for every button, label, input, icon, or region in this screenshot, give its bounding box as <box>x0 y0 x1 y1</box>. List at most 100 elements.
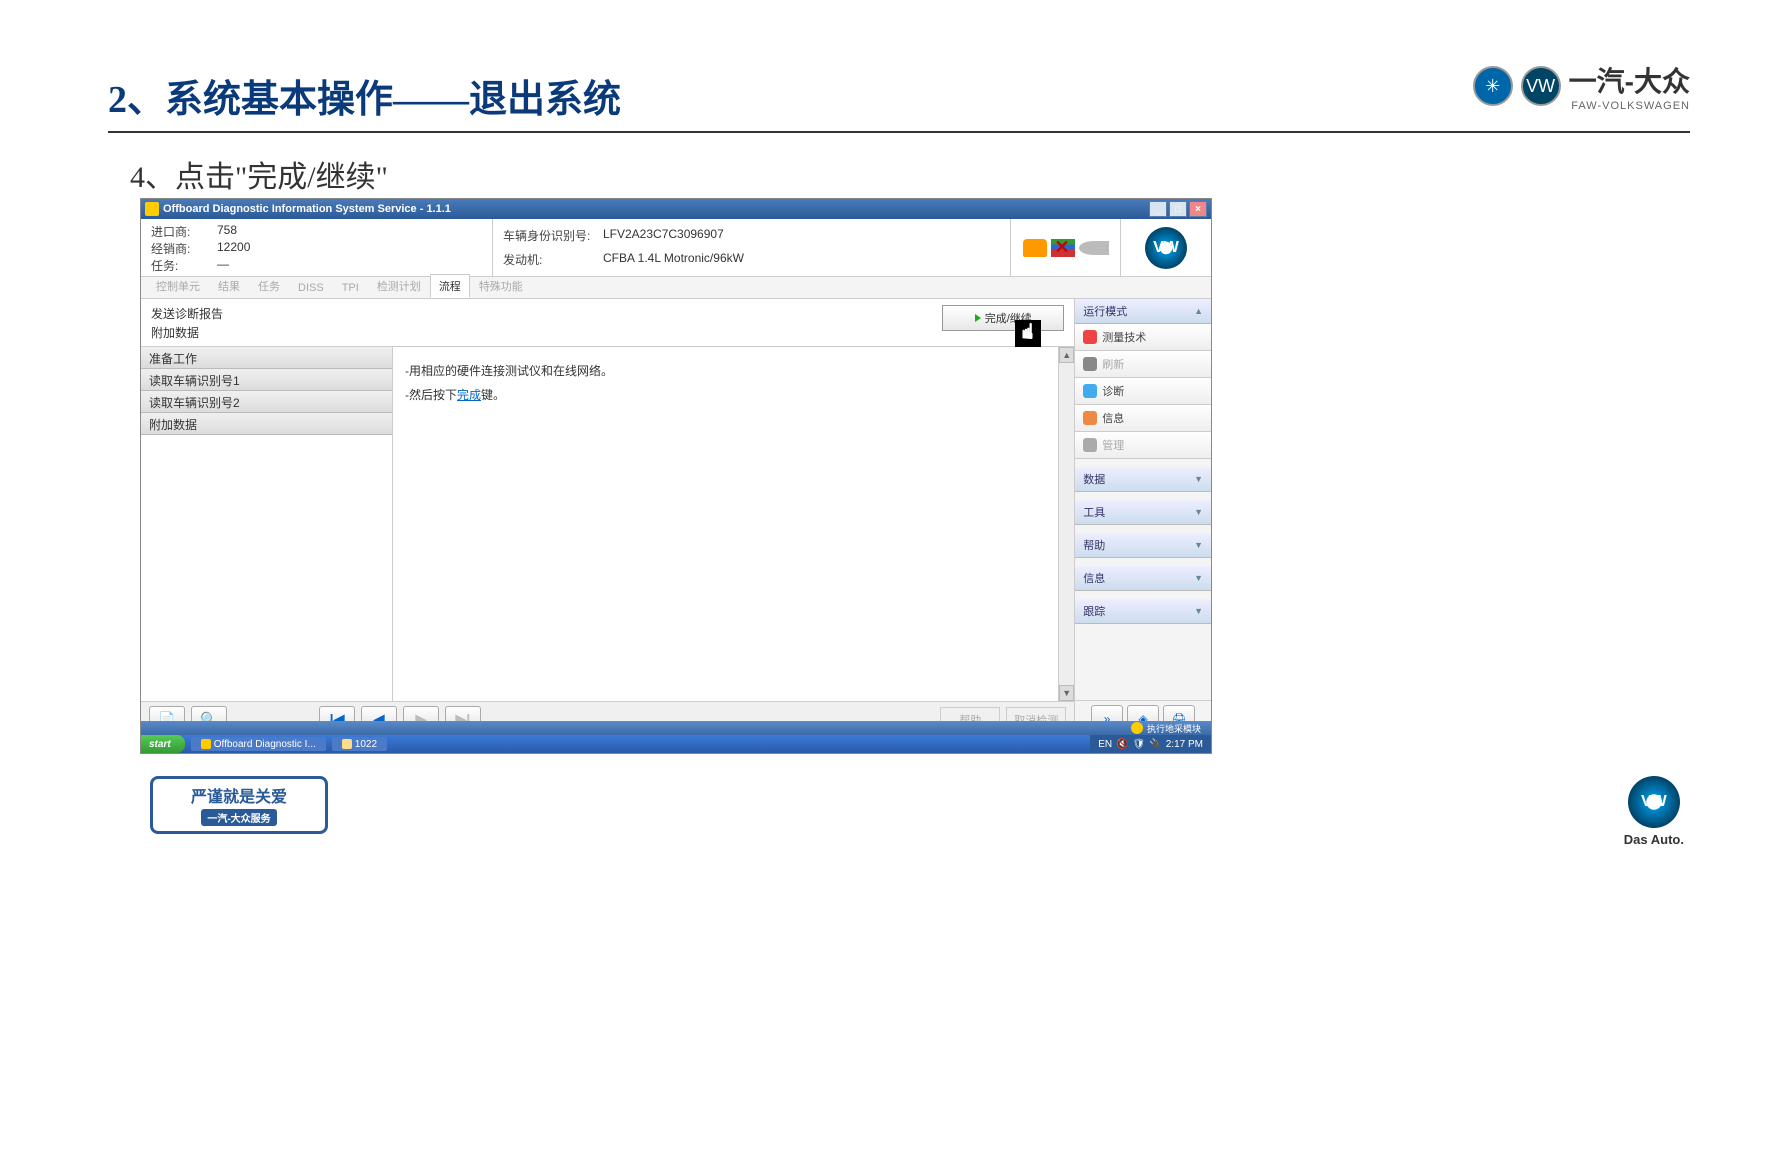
side-section-header[interactable]: 数据▼ <box>1075 467 1211 492</box>
window-titlebar[interactable]: Offboard Diagnostic Information System S… <box>141 199 1211 219</box>
minimize-button[interactable]: _ <box>1149 201 1167 217</box>
status-icons-box <box>1011 219 1121 276</box>
mode-header-label: 运行模式 <box>1083 303 1127 319</box>
complete-continue-button[interactable]: 完成/继续 <box>942 305 1064 331</box>
tab-6[interactable]: 流程 <box>430 274 470 298</box>
key-icon <box>1079 241 1109 255</box>
instruction-panel: -用相应的硬件连接测试仪和在线网络。 -然后按下完成键。 ▲ ▼ <box>393 347 1074 701</box>
side-item-label: 信息 <box>1102 410 1124 426</box>
tab-7[interactable]: 特殊功能 <box>470 274 532 298</box>
step-item[interactable]: 准备工作 <box>141 347 392 369</box>
tray-icon: 🛡 <box>1133 739 1146 750</box>
service-badge: 严谨就是关爱 一汽-大众服务 <box>150 776 328 824</box>
side-item[interactable]: 测量技术 <box>1075 324 1211 351</box>
engine-value: CFBA 1.4L Motronic/96kW <box>603 251 744 268</box>
tab-0[interactable]: 控制单元 <box>147 274 209 298</box>
tab-1[interactable]: 结果 <box>209 274 249 298</box>
scroll-up-icon[interactable]: ▲ <box>1059 347 1074 363</box>
side-item-label: 测量技术 <box>1102 329 1146 345</box>
side-item-label: 刷新 <box>1102 356 1124 372</box>
side-item: 刷新 <box>1075 351 1211 378</box>
report-title-2: 附加数据 <box>151 324 223 343</box>
body-area: 发送诊断报告 附加数据 完成/继续 准备工作读取车辆识别号1读取车辆识别号2附加… <box>141 299 1211 737</box>
slide-title: 2、系统基本操作——退出系统 <box>108 68 1690 123</box>
footer-vw-logo: VW Das Auto. <box>1624 776 1684 847</box>
vw-logo-icon: VW <box>1521 66 1561 106</box>
vin-value: LFV2A23C7C3096907 <box>603 227 724 244</box>
maximize-button[interactable]: □ <box>1169 201 1187 217</box>
chevron-down-icon: ▼ <box>1194 573 1203 583</box>
tab-strip: 控制单元结果任务DISSTPI检测计划流程特殊功能 <box>141 277 1211 299</box>
tab-2[interactable]: 任务 <box>249 274 289 298</box>
side-item-label: 诊断 <box>1102 383 1124 399</box>
report-titles: 发送诊断报告 附加数据 <box>151 305 223 343</box>
chevron-down-icon: ▼ <box>1194 507 1203 517</box>
brand-logo-area: ✳ VW 一汽-大众 FAW-VOLKSWAGEN <box>1473 60 1690 112</box>
window-title: Offboard Diagnostic Information System S… <box>163 203 1149 215</box>
system-tray[interactable]: EN 🔇 🛡 🔌 2:17 PM <box>1090 735 1211 753</box>
start-button[interactable]: start <box>141 735 185 753</box>
das-auto-text: Das Auto. <box>1624 832 1684 847</box>
side-item-label: 管理 <box>1102 437 1124 453</box>
side-mode-header[interactable]: 运行模式 ▲ <box>1075 299 1211 324</box>
chevron-down-icon: ▼ <box>1194 474 1203 484</box>
side-item-icon <box>1083 411 1097 425</box>
vehicle-info-strip: 进口商:758 经销商:12200 任务:— 车辆身份识别号:LFV2A23C7… <box>141 219 1211 277</box>
dealer-label: 经销商: <box>151 240 217 257</box>
tab-5[interactable]: 检测计划 <box>368 274 430 298</box>
tab-4[interactable]: TPI <box>333 278 368 298</box>
content-row: 准备工作读取车辆识别号1读取车辆识别号2附加数据 -用相应的硬件连接测试仪和在线… <box>141 347 1074 701</box>
tab-3[interactable]: DISS <box>289 278 333 298</box>
task-label: 任务: <box>151 257 217 274</box>
taskbar-item-odis[interactable]: Offboard Diagnostic I... <box>191 737 326 751</box>
tray-icon: 🔌 <box>1149 739 1161 750</box>
vw-logo-icon: VW <box>1145 227 1187 269</box>
importer-label: 进口商: <box>151 223 217 240</box>
slide-header: 2、系统基本操作——退出系统 <box>108 68 1690 133</box>
brand-name: 一汽-大众 <box>1569 60 1690 100</box>
tray-icon: 🔇 <box>1116 739 1128 750</box>
task-value: — <box>217 257 229 274</box>
start-label: start <box>149 739 171 750</box>
side-item[interactable]: 信息 <box>1075 405 1211 432</box>
app-icon <box>145 202 159 216</box>
car-icon <box>1023 239 1047 257</box>
close-button[interactable]: × <box>1189 201 1207 217</box>
taskbar-item-folder[interactable]: 1022 <box>332 737 387 751</box>
scroll-down-icon[interactable]: ▼ <box>1059 685 1074 701</box>
section-label: 跟踪 <box>1083 603 1105 619</box>
app-window: Offboard Diagnostic Information System S… <box>140 198 1212 754</box>
step-item[interactable]: 附加数据 <box>141 413 392 435</box>
dealer-info-box: 进口商:758 经销商:12200 任务:— <box>141 219 493 276</box>
scrollbar[interactable]: ▲ ▼ <box>1058 347 1074 701</box>
app-icon <box>201 739 211 749</box>
status-warning-icon <box>1131 722 1143 734</box>
vehicle-info-box: 车辆身份识别号:LFV2A23C7C3096907 发动机:CFBA 1.4L … <box>493 219 1011 276</box>
cursor-hand-icon <box>1015 320 1041 348</box>
step-item[interactable]: 读取车辆识别号1 <box>141 369 392 391</box>
tray-time: 2:17 PM <box>1166 739 1203 750</box>
brand-text: 一汽-大众 FAW-VOLKSWAGEN <box>1569 60 1690 112</box>
side-item: 管理 <box>1075 432 1211 459</box>
status-bar: 执行地采模块 <box>141 721 1211 735</box>
taskbar-item-label: 1022 <box>355 739 377 750</box>
side-item[interactable]: 诊断 <box>1075 378 1211 405</box>
side-section-header[interactable]: 跟踪 ▼ <box>1075 599 1211 624</box>
chevron-down-icon: ▼ <box>1194 540 1203 550</box>
side-section-header[interactable]: 工具 ▼ <box>1075 500 1211 525</box>
side-section-header[interactable]: 信息▼ <box>1075 566 1211 591</box>
chevron-down-icon: ▼ <box>1194 606 1203 616</box>
importer-value: 758 <box>217 223 237 240</box>
section-label: 帮助 <box>1083 537 1105 553</box>
play-icon <box>975 314 981 322</box>
side-section-header[interactable]: 帮助 ▼ <box>1075 533 1211 558</box>
vin-label: 车辆身份识别号: <box>503 227 603 244</box>
section-label: 工具 <box>1083 504 1105 520</box>
badge-sub: 一汽-大众服务 <box>201 809 276 826</box>
instruction-line-1: -用相应的硬件连接测试仪和在线网络。 <box>405 359 1062 383</box>
side-item-icon <box>1083 438 1097 452</box>
slide-instruction: 4、点击"完成/继续" <box>130 152 388 196</box>
complete-link[interactable]: 完成 <box>457 388 481 402</box>
step-item[interactable]: 读取车辆识别号2 <box>141 391 392 413</box>
badge-main: 严谨就是关爱 <box>165 783 313 807</box>
